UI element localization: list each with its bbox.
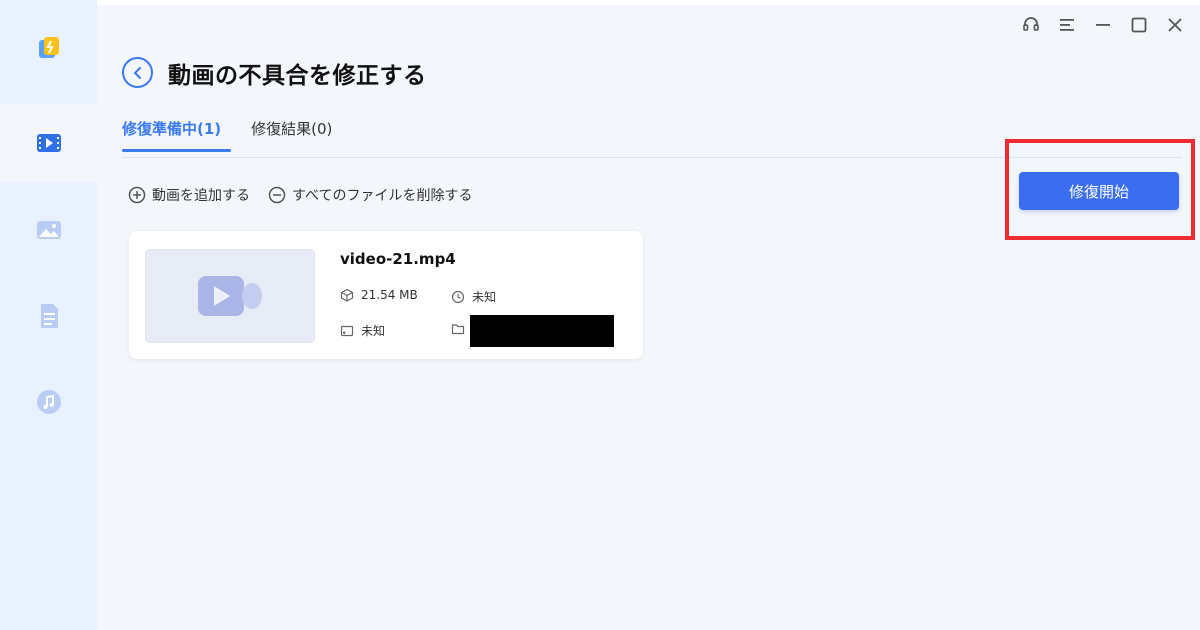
sidebar — [0, 0, 97, 630]
close-icon — [1168, 18, 1182, 32]
close-button[interactable] — [1164, 14, 1186, 36]
file-resolution-value: 未知 — [361, 324, 386, 338]
box-icon — [340, 288, 354, 302]
file-path — [451, 322, 465, 336]
add-video-button[interactable]: 動画を追加する — [128, 185, 250, 205]
sidebar-item-video[interactable] — [0, 104, 97, 182]
sidebar-item-logo[interactable] — [0, 10, 97, 88]
delete-all-label: すべてのファイルを削除する — [292, 188, 473, 204]
delete-all-button[interactable]: すべてのファイルを削除する — [268, 185, 472, 205]
video-icon — [36, 134, 61, 152]
top-border — [97, 0, 1200, 5]
file-resolution: 未知 — [340, 322, 385, 339]
headset-icon — [1023, 17, 1039, 31]
tab-preparing[interactable]: 修復準備中(1) — [122, 118, 232, 152]
file-size: 21.54 MB — [340, 288, 418, 302]
file-card[interactable]: video-21.mp4 21.54 MB 未知 未知 — [129, 231, 643, 359]
minimize-button[interactable] — [1092, 14, 1114, 36]
document-icon — [40, 304, 58, 328]
chevron-left-icon — [133, 66, 141, 79]
add-video-label: 動画を追加する — [152, 188, 250, 204]
file-duration: 未知 — [451, 288, 496, 305]
sidebar-item-document[interactable] — [0, 277, 97, 355]
image-icon — [36, 221, 61, 239]
menu-icon — [1060, 19, 1074, 31]
tab-results[interactable]: 修復結果(0) — [251, 118, 332, 151]
resolution-icon — [340, 325, 354, 336]
menu-button[interactable] — [1056, 14, 1078, 36]
tab-bar: 修復準備中(1) 修復結果(0) — [122, 118, 332, 152]
maximize-icon — [1131, 17, 1147, 33]
file-size-value: 21.54 MB — [361, 288, 418, 302]
start-repair-button[interactable]: 修復開始 — [1019, 172, 1179, 210]
sidebar-item-music[interactable] — [0, 363, 97, 441]
minus-circle-icon — [268, 186, 286, 204]
folder-icon — [451, 324, 465, 335]
sidebar-item-image[interactable] — [0, 191, 97, 269]
page-title: 動画の不具合を修正する — [168, 63, 427, 89]
file-duration-value: 未知 — [472, 290, 497, 304]
file-actions: 動画を追加する すべてのファイルを削除する — [128, 185, 472, 205]
back-button[interactable] — [122, 57, 153, 88]
clock-icon — [451, 290, 465, 303]
redacted-path — [470, 315, 614, 347]
window-controls — [1020, 14, 1186, 36]
video-camera-icon — [198, 276, 262, 316]
support-button[interactable] — [1020, 14, 1042, 36]
video-thumbnail — [145, 249, 315, 343]
file-name: video-21.mp4 — [340, 250, 456, 268]
app-logo-icon — [38, 37, 59, 58]
maximize-button[interactable] — [1128, 14, 1150, 36]
plus-circle-icon — [128, 186, 146, 204]
minimize-icon — [1096, 24, 1110, 26]
music-icon — [36, 390, 61, 414]
